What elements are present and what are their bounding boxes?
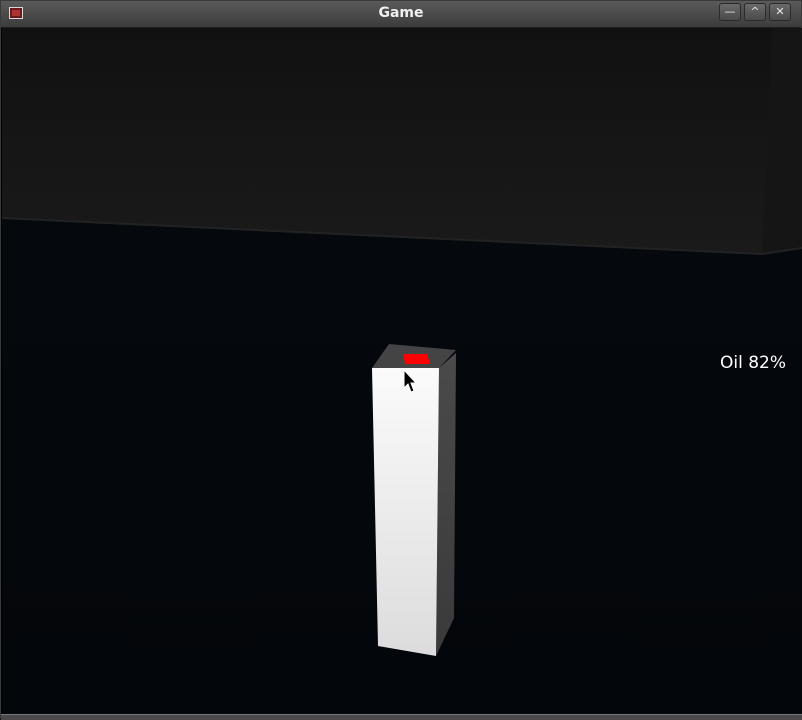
game-viewport[interactable]: Oil 82% xyxy=(2,28,802,714)
title-bar[interactable]: Game — ^ ✕ xyxy=(1,1,801,28)
maximize-button[interactable]: ^ xyxy=(744,3,766,21)
pillar-front xyxy=(372,368,439,656)
game-window: Game — ^ ✕ Oil 82% xyxy=(0,0,802,720)
minimize-button[interactable]: — xyxy=(719,3,741,21)
back-wall xyxy=(2,28,802,254)
oil-level-indicator: Oil 82% xyxy=(719,353,786,373)
close-button[interactable]: ✕ xyxy=(769,3,791,21)
pillar-marker[interactable] xyxy=(403,354,430,364)
pillar-side xyxy=(436,353,456,656)
window-bottom-border xyxy=(1,714,802,720)
game-scene xyxy=(2,28,802,714)
window-title: Game xyxy=(378,5,424,21)
